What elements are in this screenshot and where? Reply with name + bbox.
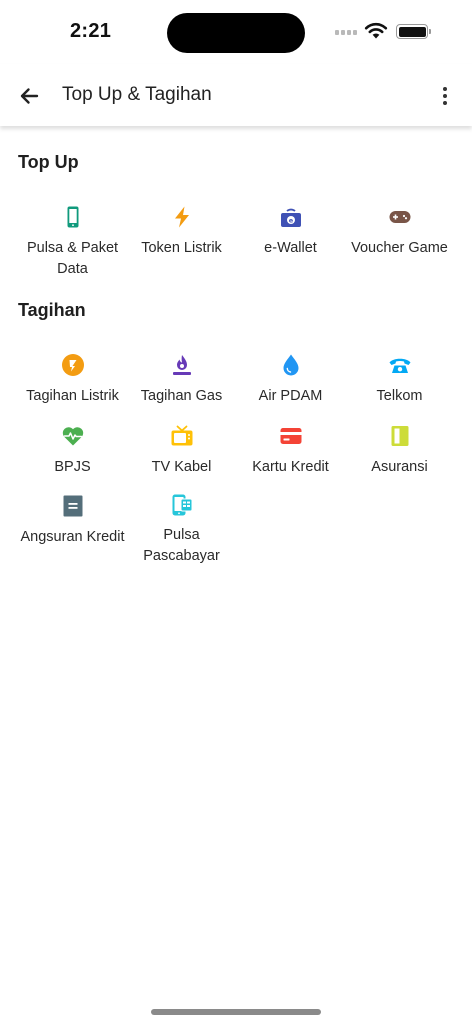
item-label: Asuransi	[371, 458, 428, 475]
credit-card-icon	[278, 423, 304, 449]
status-time: 2:21	[70, 20, 112, 42]
item-label: Pulsa Pascabayar	[143, 527, 220, 564]
app-bar: Top Up & Tagihan	[0, 64, 472, 126]
cellular-signal-icon	[335, 30, 357, 35]
arrow-left-icon	[20, 88, 39, 104]
item-label: e-Wallet	[264, 240, 317, 256]
tagihan-item-bpjs[interactable]: BPJS	[18, 417, 127, 488]
item-label: Tagihan Gas	[140, 388, 223, 404]
tagihan-item-tagihan-gas[interactable]: Tagihan Gas	[127, 346, 236, 417]
wallet-icon: e	[278, 204, 304, 230]
tagihan-item-telkom[interactable]: Telkom	[345, 346, 454, 417]
installment-icon	[60, 493, 86, 519]
lightning-icon	[169, 204, 195, 230]
tagihan-item-asuransi[interactable]: Asuransi	[345, 417, 454, 488]
health-heart-icon	[60, 423, 86, 449]
home-indicator[interactable]	[151, 1009, 321, 1015]
gas-flame-icon	[169, 352, 195, 378]
page-title: Top Up & Tagihan	[62, 84, 212, 105]
item-label: BPJS	[54, 458, 91, 475]
item-label: Voucher Game	[351, 240, 448, 256]
status-bar: 2:21	[0, 0, 472, 64]
tagihan-item-kartu-kredit[interactable]: Kartu Kredit	[236, 417, 345, 488]
tv-icon	[169, 423, 195, 449]
topup-item-token-listrik[interactable]: Token Listrik	[127, 198, 236, 302]
topup-item-pulsa-paket-data[interactable]: Pulsa & Paket Data	[18, 198, 127, 302]
item-label: Pulsa & Paket Data	[26, 240, 119, 277]
item-label: TV Kabel	[151, 458, 212, 475]
tagihan-item-tagihan-listrik[interactable]: Tagihan Listrik	[18, 346, 127, 417]
item-label: Tagihan Listrik	[26, 388, 119, 404]
item-label: Token Listrik	[141, 240, 222, 256]
tagihan-grid: Tagihan Listrik Tagihan Gas Air PDAM Tel…	[18, 346, 454, 564]
tagihan-item-angsuran-kredit[interactable]: Angsuran Kredit	[18, 487, 127, 558]
tagihan-item-pulsa-pascabayar[interactable]: Pulsa Pascabayar	[127, 487, 236, 564]
more-vertical-icon	[443, 87, 447, 91]
smartphone-icon	[60, 204, 86, 230]
section-title-topup: Top Up	[18, 152, 79, 172]
item-label: Angsuran Kredit	[20, 529, 125, 545]
dynamic-island	[167, 13, 305, 53]
electric-bill-icon	[60, 352, 86, 378]
more-options-button[interactable]	[432, 81, 458, 111]
topup-grid: Pulsa & Paket Data Token Listrik e e-Wal…	[18, 198, 454, 302]
item-label: Telkom	[376, 388, 423, 404]
section-title-tagihan: Tagihan	[18, 300, 86, 320]
tagihan-item-tv-kabel[interactable]: TV Kabel	[127, 417, 236, 488]
tagihan-item-air-pdam[interactable]: Air PDAM	[236, 346, 345, 417]
topup-item-e-wallet[interactable]: e e-Wallet	[236, 198, 345, 302]
telephone-icon	[387, 352, 413, 378]
topup-item-voucher-game[interactable]: Voucher Game	[345, 198, 454, 302]
water-drop-icon	[278, 352, 304, 378]
insurance-icon	[387, 423, 413, 449]
item-label: Air PDAM	[258, 388, 323, 404]
item-label: Kartu Kredit	[252, 458, 329, 475]
back-button[interactable]	[14, 81, 44, 111]
wifi-icon	[364, 22, 388, 39]
postpaid-phone-icon	[169, 493, 195, 517]
gamepad-icon	[387, 204, 413, 230]
battery-icon	[396, 24, 431, 39]
svg-text:e: e	[288, 217, 293, 225]
